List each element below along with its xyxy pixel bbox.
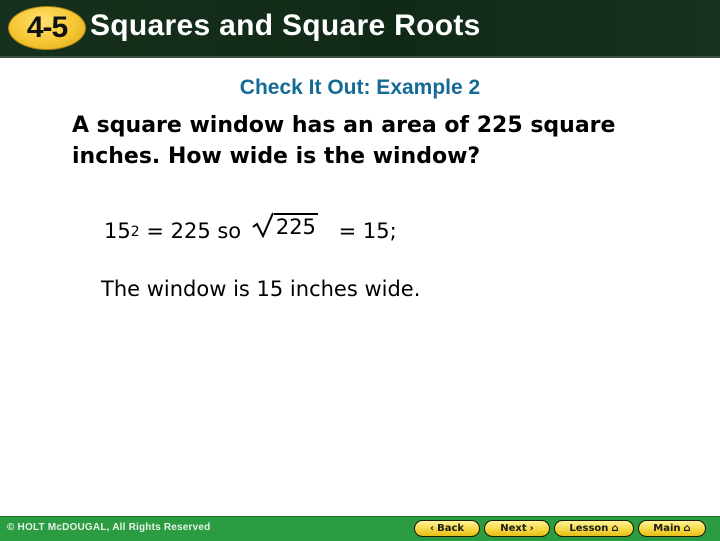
navigation-bar: ‹ Back Next › Lesson ⌂ Main ⌂ xyxy=(414,520,706,537)
example-heading: Check It Out: Example 2 xyxy=(239,76,481,99)
home-icon: ⌂ xyxy=(683,522,691,534)
slide-header: 4-5 Squares and Square Roots xyxy=(0,0,720,58)
radicand: 225 xyxy=(273,213,318,239)
home-icon: ⌂ xyxy=(611,522,619,534)
problem-statement: A square window has an area of 225 squar… xyxy=(72,113,616,169)
chevron-left-icon: ‹ xyxy=(429,522,435,534)
equation: 15 2 = 225 so 225 = 15; xyxy=(104,212,397,243)
main-label: Main xyxy=(653,523,681,534)
equation-middle: = 225 so xyxy=(139,219,248,243)
next-label: Next xyxy=(500,523,527,534)
lesson-number: 4-5 xyxy=(26,11,68,44)
lesson-button[interactable]: Lesson ⌂ xyxy=(554,520,634,537)
copyright-text: © HOLT McDOUGAL, All Rights Reserved xyxy=(7,522,211,533)
equation-result: = 15; xyxy=(331,219,397,243)
radical-sign-icon xyxy=(252,212,274,238)
lesson-number-badge: 4-5 xyxy=(8,6,86,50)
square-root: 225 xyxy=(252,212,318,238)
slide-title: Squares and Square Roots xyxy=(90,9,481,42)
back-button[interactable]: ‹ Back xyxy=(414,520,480,537)
equation-exponent: 2 xyxy=(130,224,140,240)
chevron-right-icon: › xyxy=(529,522,534,534)
equation-base: 15 xyxy=(104,219,131,243)
slide-footer: © HOLT McDOUGAL, All Rights Reserved ‹ B… xyxy=(0,516,720,541)
next-button[interactable]: Next › xyxy=(484,520,550,537)
back-label: Back xyxy=(437,523,465,534)
main-button[interactable]: Main ⌂ xyxy=(638,520,706,537)
lesson-label: Lesson xyxy=(569,523,609,534)
answer-statement: The window is 15 inches wide. xyxy=(101,277,421,301)
